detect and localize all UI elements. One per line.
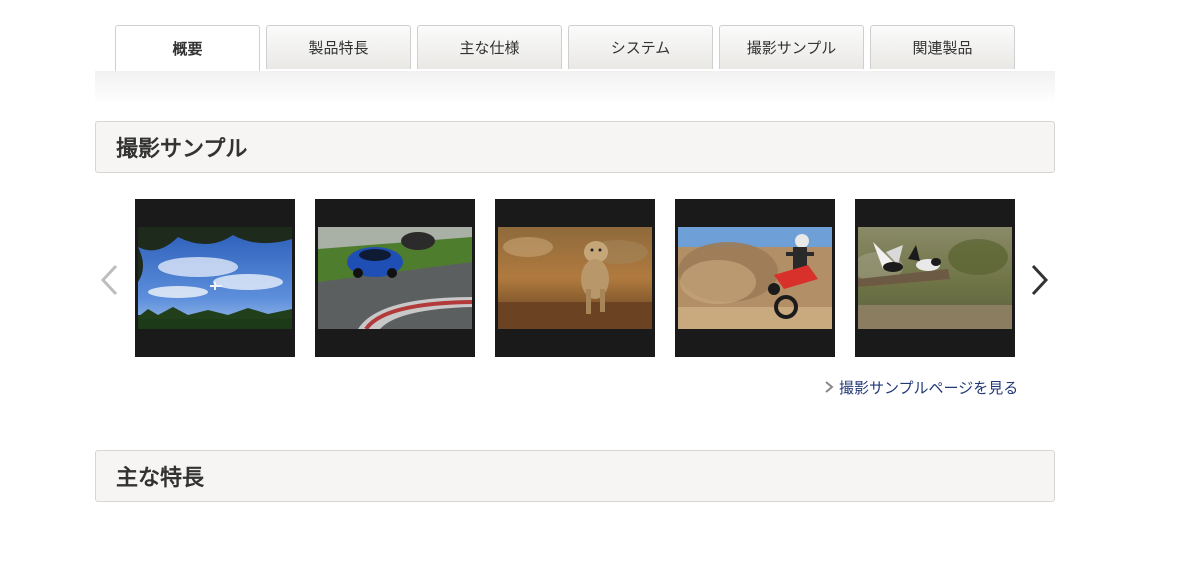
page: 概要 製品特長 主な仕様 システム 撮影サンプル 関連製品 撮影サンプル 撮影サ… [0,0,1183,567]
section-title: 主な特長 [116,466,205,491]
tab-label: 概要 [172,40,203,58]
section-title: 撮影サンプル [116,137,248,162]
sample-thumbnail-motocross[interactable] [675,199,835,357]
birds-photo [858,227,1012,329]
sample-page-link-label: 撮影サンプルページを見る [839,378,1019,397]
sample-section-header: 撮影サンプル [95,121,1055,173]
sample-page-link[interactable]: 撮影サンプルページを見る [823,376,1018,398]
features-section-header: 主な特長 [95,450,1055,502]
motocross-photo [678,227,832,329]
sample-thumbnail-airplane[interactable] [135,199,295,357]
sample-thumbnail-race-car[interactable] [315,199,475,357]
sample-thumbnail-birds[interactable] [855,199,1015,357]
tab-features[interactable]: 製品特長 [266,25,411,69]
tab-label: システム [610,39,671,57]
sample-thumbnail-cheetah[interactable] [495,199,655,357]
chevron-left-icon [100,264,118,296]
chevron-right-icon [1031,264,1049,296]
tab-overview[interactable]: 概要 [115,25,260,71]
tab-shadow [95,71,1055,104]
carousel-next-button[interactable] [1024,262,1054,298]
tab-specifications[interactable]: 主な仕様 [417,25,562,69]
cheetah-photo [498,227,652,329]
tab-system[interactable]: システム [568,25,713,69]
race-car-photo [318,227,472,329]
tab-bar: 概要 製品特長 主な仕様 システム 撮影サンプル 関連製品 [95,25,1055,72]
tab-label: 製品特長 [308,39,369,57]
tab-label: 主な仕様 [459,39,520,57]
tab-label: 関連製品 [912,39,973,57]
tab-label: 撮影サンプル [746,39,837,57]
chevron-right-icon [825,381,834,393]
tab-sample-images[interactable]: 撮影サンプル [719,25,864,69]
carousel-prev-button[interactable] [96,262,126,298]
tab-related-products[interactable]: 関連製品 [870,25,1015,69]
airplane-photo [138,227,292,329]
